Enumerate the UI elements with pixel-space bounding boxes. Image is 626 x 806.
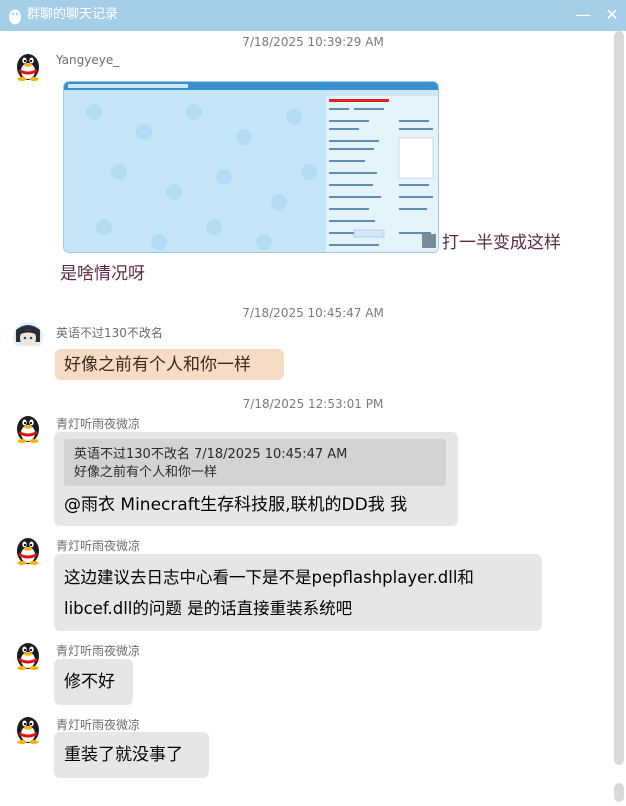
title-bar: 群聊的聊天记录 — ✕ bbox=[0, 0, 626, 31]
qq-penguin-avatar[interactable] bbox=[13, 413, 43, 443]
message-text: 重装了就没事了 bbox=[64, 745, 183, 765]
sender-name: 英语不过130不改名 bbox=[56, 326, 163, 340]
quote-header: 英语不过130不改名 7/18/2025 10:45:47 AM bbox=[74, 447, 348, 462]
window-title: 群聊的聊天记录 bbox=[27, 7, 119, 22]
qq-penguin-avatar[interactable] bbox=[13, 51, 43, 81]
message-timestamp: 7/18/2025 10:45:47 AM bbox=[242, 306, 384, 320]
message-timestamp: 7/18/2025 10:39:29 AM bbox=[242, 35, 384, 49]
image-caption-text: 打一半变成这样 bbox=[442, 233, 561, 253]
message-text: 是啥情况呀 bbox=[60, 264, 145, 284]
qq-penguin-avatar[interactable] bbox=[13, 535, 43, 565]
shared-screenshot-image[interactable] bbox=[63, 81, 439, 253]
qq-penguin-avatar[interactable] bbox=[13, 714, 43, 744]
sender-name: 青灯听雨夜微凉 bbox=[56, 539, 141, 553]
sender-name: 青灯听雨夜微凉 bbox=[56, 417, 141, 431]
anime-girl-avatar[interactable] bbox=[13, 322, 43, 352]
quote-text: 好像之前有个人和你一样 bbox=[74, 465, 218, 480]
message-text-line1: 这边建议去日志中心看一下是不是pepflashplayer.dll和 bbox=[64, 568, 474, 587]
message-text: 修不好 bbox=[64, 672, 115, 692]
message-text: @雨衣 Minecraft生存科技服,联机的DD我 我 bbox=[64, 495, 408, 515]
scrollbar-handle-bottom[interactable] bbox=[614, 783, 624, 802]
message-timestamp: 7/18/2025 12:53:01 PM bbox=[242, 397, 384, 411]
sender-name: 青灯听雨夜微凉 bbox=[56, 718, 141, 732]
minimize-button[interactable]: — bbox=[573, 5, 593, 25]
qq-penguin-icon bbox=[9, 9, 21, 25]
qq-penguin-avatar[interactable] bbox=[13, 640, 43, 670]
message-text-line2: libcef.dll的问题 是的话直接重装系统吧 bbox=[64, 599, 353, 618]
sender-name: 青灯听雨夜微凉 bbox=[56, 644, 141, 658]
close-button[interactable]: ✕ bbox=[602, 5, 622, 25]
sender-name: Yangyeye_ bbox=[56, 53, 120, 67]
message-text: 好像之前有个人和你一样 bbox=[64, 355, 251, 375]
game-window-thumbnail bbox=[64, 82, 438, 252]
